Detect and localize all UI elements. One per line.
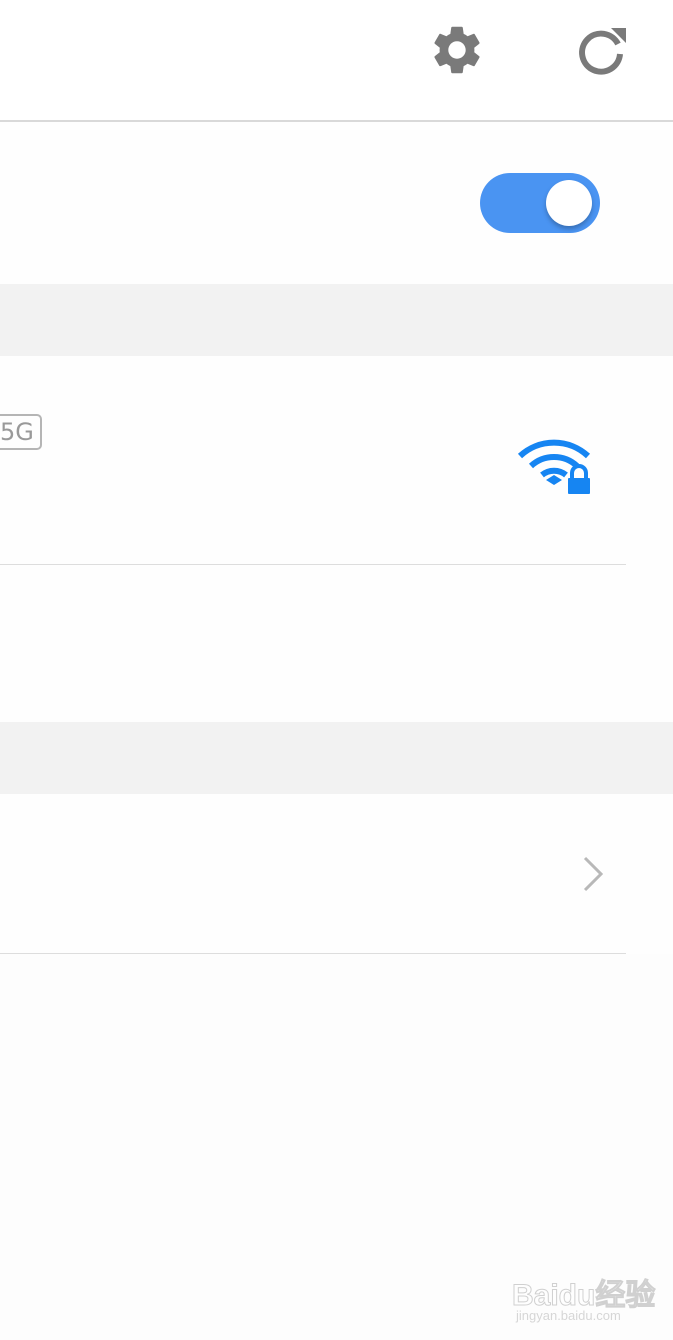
refresh-button[interactable] (570, 18, 634, 82)
row-divider (0, 953, 626, 954)
watermark-url: jingyan.baidu.com (516, 1308, 621, 1323)
wlan-toggle[interactable] (480, 173, 600, 233)
list-item[interactable] (0, 794, 673, 954)
wlan-settings-screen: 5G Baidu经验 jingyan.baidu.com (0, 0, 673, 1340)
wifi-lock-icon (518, 439, 591, 494)
section-separator (0, 722, 673, 794)
baidu-watermark: Baidu经验 jingyan.baidu.com (511, 1270, 655, 1332)
section-separator (0, 284, 673, 356)
gear-icon (434, 26, 480, 74)
network-list-item[interactable]: 5G (0, 356, 673, 565)
wlan-switch-row (0, 122, 673, 284)
band-badge: 5G (0, 414, 42, 450)
list-item (0, 565, 673, 722)
toggle-knob (546, 180, 592, 226)
chevron-right-icon (583, 856, 604, 892)
settings-button[interactable] (425, 18, 489, 82)
refresh-icon (579, 28, 626, 75)
top-bar (0, 0, 673, 122)
